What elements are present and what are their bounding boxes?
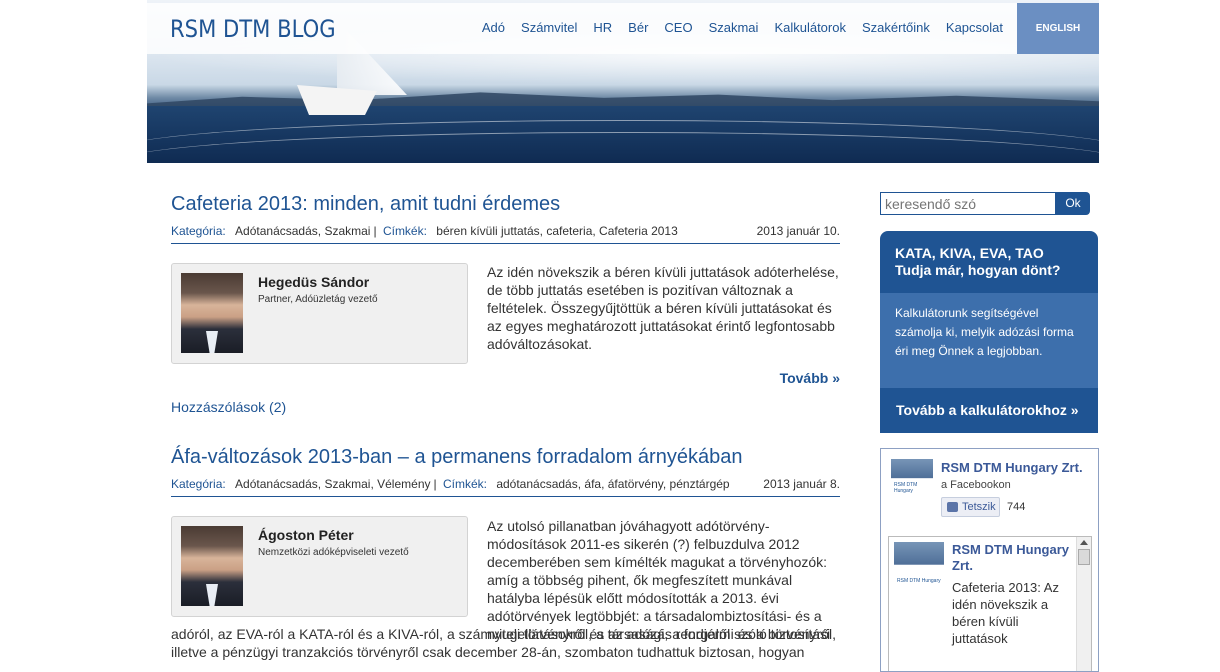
post-date: 2013 január 10.: [756, 224, 840, 238]
meta-separator: |: [433, 477, 437, 491]
main-menu: Adó Számvitel HR Bér CEO Szakmai Kalkulá…: [466, 20, 1003, 35]
promo-text: Kalkulátorunk segítségével számolja ki, …: [880, 293, 1098, 388]
author-role: Nemzetközi adóképviseleti vezető: [258, 547, 409, 558]
comments-link[interactable]: Hozzászólások (2): [171, 399, 286, 415]
fb-post-thumbnail: RSM DTM Hungary: [894, 542, 944, 587]
promo-title: KATA, KIVA, EVA, TAO Tudja már, hogyan d…: [880, 231, 1098, 293]
menu-item-hr[interactable]: HR: [593, 20, 612, 35]
post-cafeteria: Cafeteria 2013: minden, amit tudni érdem…: [171, 193, 840, 415]
english-language-button[interactable]: ENGLISH: [1017, 3, 1099, 54]
fb-thumbnail-caption: RSM DTM Hungary: [894, 482, 918, 494]
author-photo: [181, 273, 243, 353]
post-excerpt: Az idén növekszik a béren kívüli juttatá…: [487, 264, 839, 352]
scroll-thumb[interactable]: [1078, 549, 1090, 565]
post-tags[interactable]: béren kívüli juttatás, cafeteria, Cafete…: [436, 224, 677, 238]
menu-item-kalkulatorok[interactable]: Kalkulátorok: [774, 20, 846, 35]
post-date: 2013 január 8.: [763, 477, 840, 491]
search-input[interactable]: [880, 192, 1056, 215]
author-photo: [181, 526, 243, 606]
meta-separator: |: [373, 224, 377, 238]
read-more-link[interactable]: Tovább »: [780, 370, 840, 386]
post-excerpt-full: adóról, az EVA-ról a KATA-ról és a KIVA-…: [171, 626, 837, 660]
author-box: Hegedüs Sándor Partner, Adóüzletág vezet…: [171, 263, 468, 364]
post-tags[interactable]: adótanácsadás, áfa, áfatörvény, pénztárg…: [496, 477, 729, 491]
post-categories[interactable]: Adótanácsadás, Szakmai: [235, 224, 370, 238]
fb-page-thumbnail[interactable]: RSM DTM Hungary: [891, 459, 933, 497]
category-label: Kategória:: [171, 477, 226, 491]
fb-post-author[interactable]: RSM DTM Hungary Zrt.: [952, 542, 1072, 574]
tags-label: Címkék:: [442, 477, 487, 491]
fb-page-name[interactable]: RSM DTM Hungary Zrt. a Facebookon: [941, 460, 1091, 493]
post-categories[interactable]: Adótanácsadás, Szakmai, Vélemény: [235, 477, 430, 491]
fb-page-name-text[interactable]: RSM DTM Hungary Zrt.: [941, 460, 1083, 475]
post-title[interactable]: Cafeteria 2013: minden, amit tudni érdem…: [171, 193, 840, 216]
menu-item-ceo[interactable]: CEO: [664, 20, 692, 35]
top-navbar: RSM DTM BLOG Adó Számvitel HR Bér CEO Sz…: [147, 3, 1099, 54]
thumbs-up-icon: [947, 502, 958, 512]
fb-like-count: 744: [1007, 501, 1026, 513]
search-button[interactable]: Ok: [1056, 192, 1090, 215]
facebook-widget: RSM DTM Hungary RSM DTM Hungary Zrt. a F…: [880, 448, 1099, 672]
post-meta: Kategória: Adótanácsadás, Szakmai | Címké…: [171, 224, 840, 244]
menu-item-szakertoink[interactable]: Szakértőink: [862, 20, 930, 35]
promo-link[interactable]: Tovább a kalkulátorokhoz »: [880, 388, 1098, 433]
fb-thumbnail-caption: RSM DTM Hungary: [897, 578, 941, 584]
fb-like-label: Tetszik: [962, 501, 996, 513]
category-label: Kategória:: [171, 224, 226, 238]
fb-stream: RSM DTM Hungary RSM DTM Hungary Zrt. Caf…: [888, 536, 1092, 671]
fb-like-button[interactable]: Tetszik: [941, 497, 1000, 517]
menu-item-szakmai[interactable]: Szakmai: [709, 20, 759, 35]
menu-item-ado[interactable]: Adó: [482, 20, 505, 35]
author-box: Ágoston Péter Nemzetközi adóképviseleti …: [171, 516, 468, 617]
menu-item-szamvitel[interactable]: Számvitel: [521, 20, 577, 35]
calculator-promo: KATA, KIVA, EVA, TAO Tudja már, hogyan d…: [880, 231, 1098, 433]
post-title[interactable]: Áfa-változások 2013-ban – a permanens fo…: [171, 446, 840, 469]
author-role: Partner, Adóüzletág vezető: [258, 294, 378, 305]
post-meta: Kategória: Adótanácsadás, Szakmai, Vélem…: [171, 477, 840, 497]
author-name[interactable]: Ágoston Péter: [258, 527, 354, 543]
menu-item-kapcsolat[interactable]: Kapcsolat: [946, 20, 1003, 35]
menu-item-ber[interactable]: Bér: [628, 20, 648, 35]
site-logo[interactable]: RSM DTM BLOG: [170, 15, 336, 43]
fb-scrollbar[interactable]: [1076, 537, 1091, 671]
post-afa: Áfa-változások 2013-ban – a permanens fo…: [171, 446, 840, 660]
fb-post-text: Cafeteria 2013: Az idén növekszik a bére…: [952, 580, 1059, 646]
author-name[interactable]: Hegedüs Sándor: [258, 274, 369, 290]
tags-label: Címkék:: [382, 224, 427, 238]
fb-sub: a Facebookon: [941, 479, 1011, 491]
scroll-up-icon[interactable]: [1080, 540, 1088, 545]
